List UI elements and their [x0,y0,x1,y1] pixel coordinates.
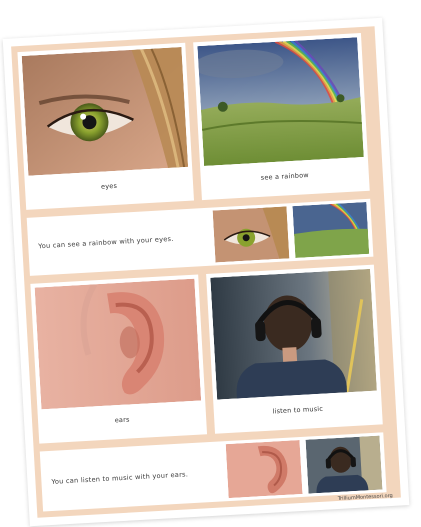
card-music: listen to music [206,264,383,434]
mini-music-photo [305,435,383,494]
screenshot-stage: eyes see a rainbow You can see a rainbow… [0,0,421,527]
eye-photo [21,47,189,176]
label-eyes: eyes [100,181,118,191]
card-ears: ears [30,274,208,444]
music-photo [210,268,377,400]
sentence-strip-1: You can see a rainbow with your eyes. [26,198,374,276]
sentence-music: You can listen to music with your ears. [51,470,189,486]
card-rainbow: see a rainbow [193,32,370,201]
mini-ear-photo [225,440,303,499]
mini-rainbow-photo [292,201,370,258]
sentence-rainbow: You can see a rainbow with your eyes. [38,234,174,251]
label-ears: ears [114,415,130,425]
rainbow-photo [197,37,364,166]
label-rainbow: see a rainbow [260,171,310,182]
sentence-strip-2: You can listen to music with your ears. [39,432,387,512]
ear-photo [34,278,202,410]
card-eyes: eyes [17,42,194,210]
peach-frame: eyes see a rainbow You can see a rainbow… [11,26,401,518]
worksheet-page: eyes see a rainbow You can see a rainbow… [2,17,410,527]
label-music: listen to music [272,404,324,416]
mini-eye-photo [212,206,290,263]
